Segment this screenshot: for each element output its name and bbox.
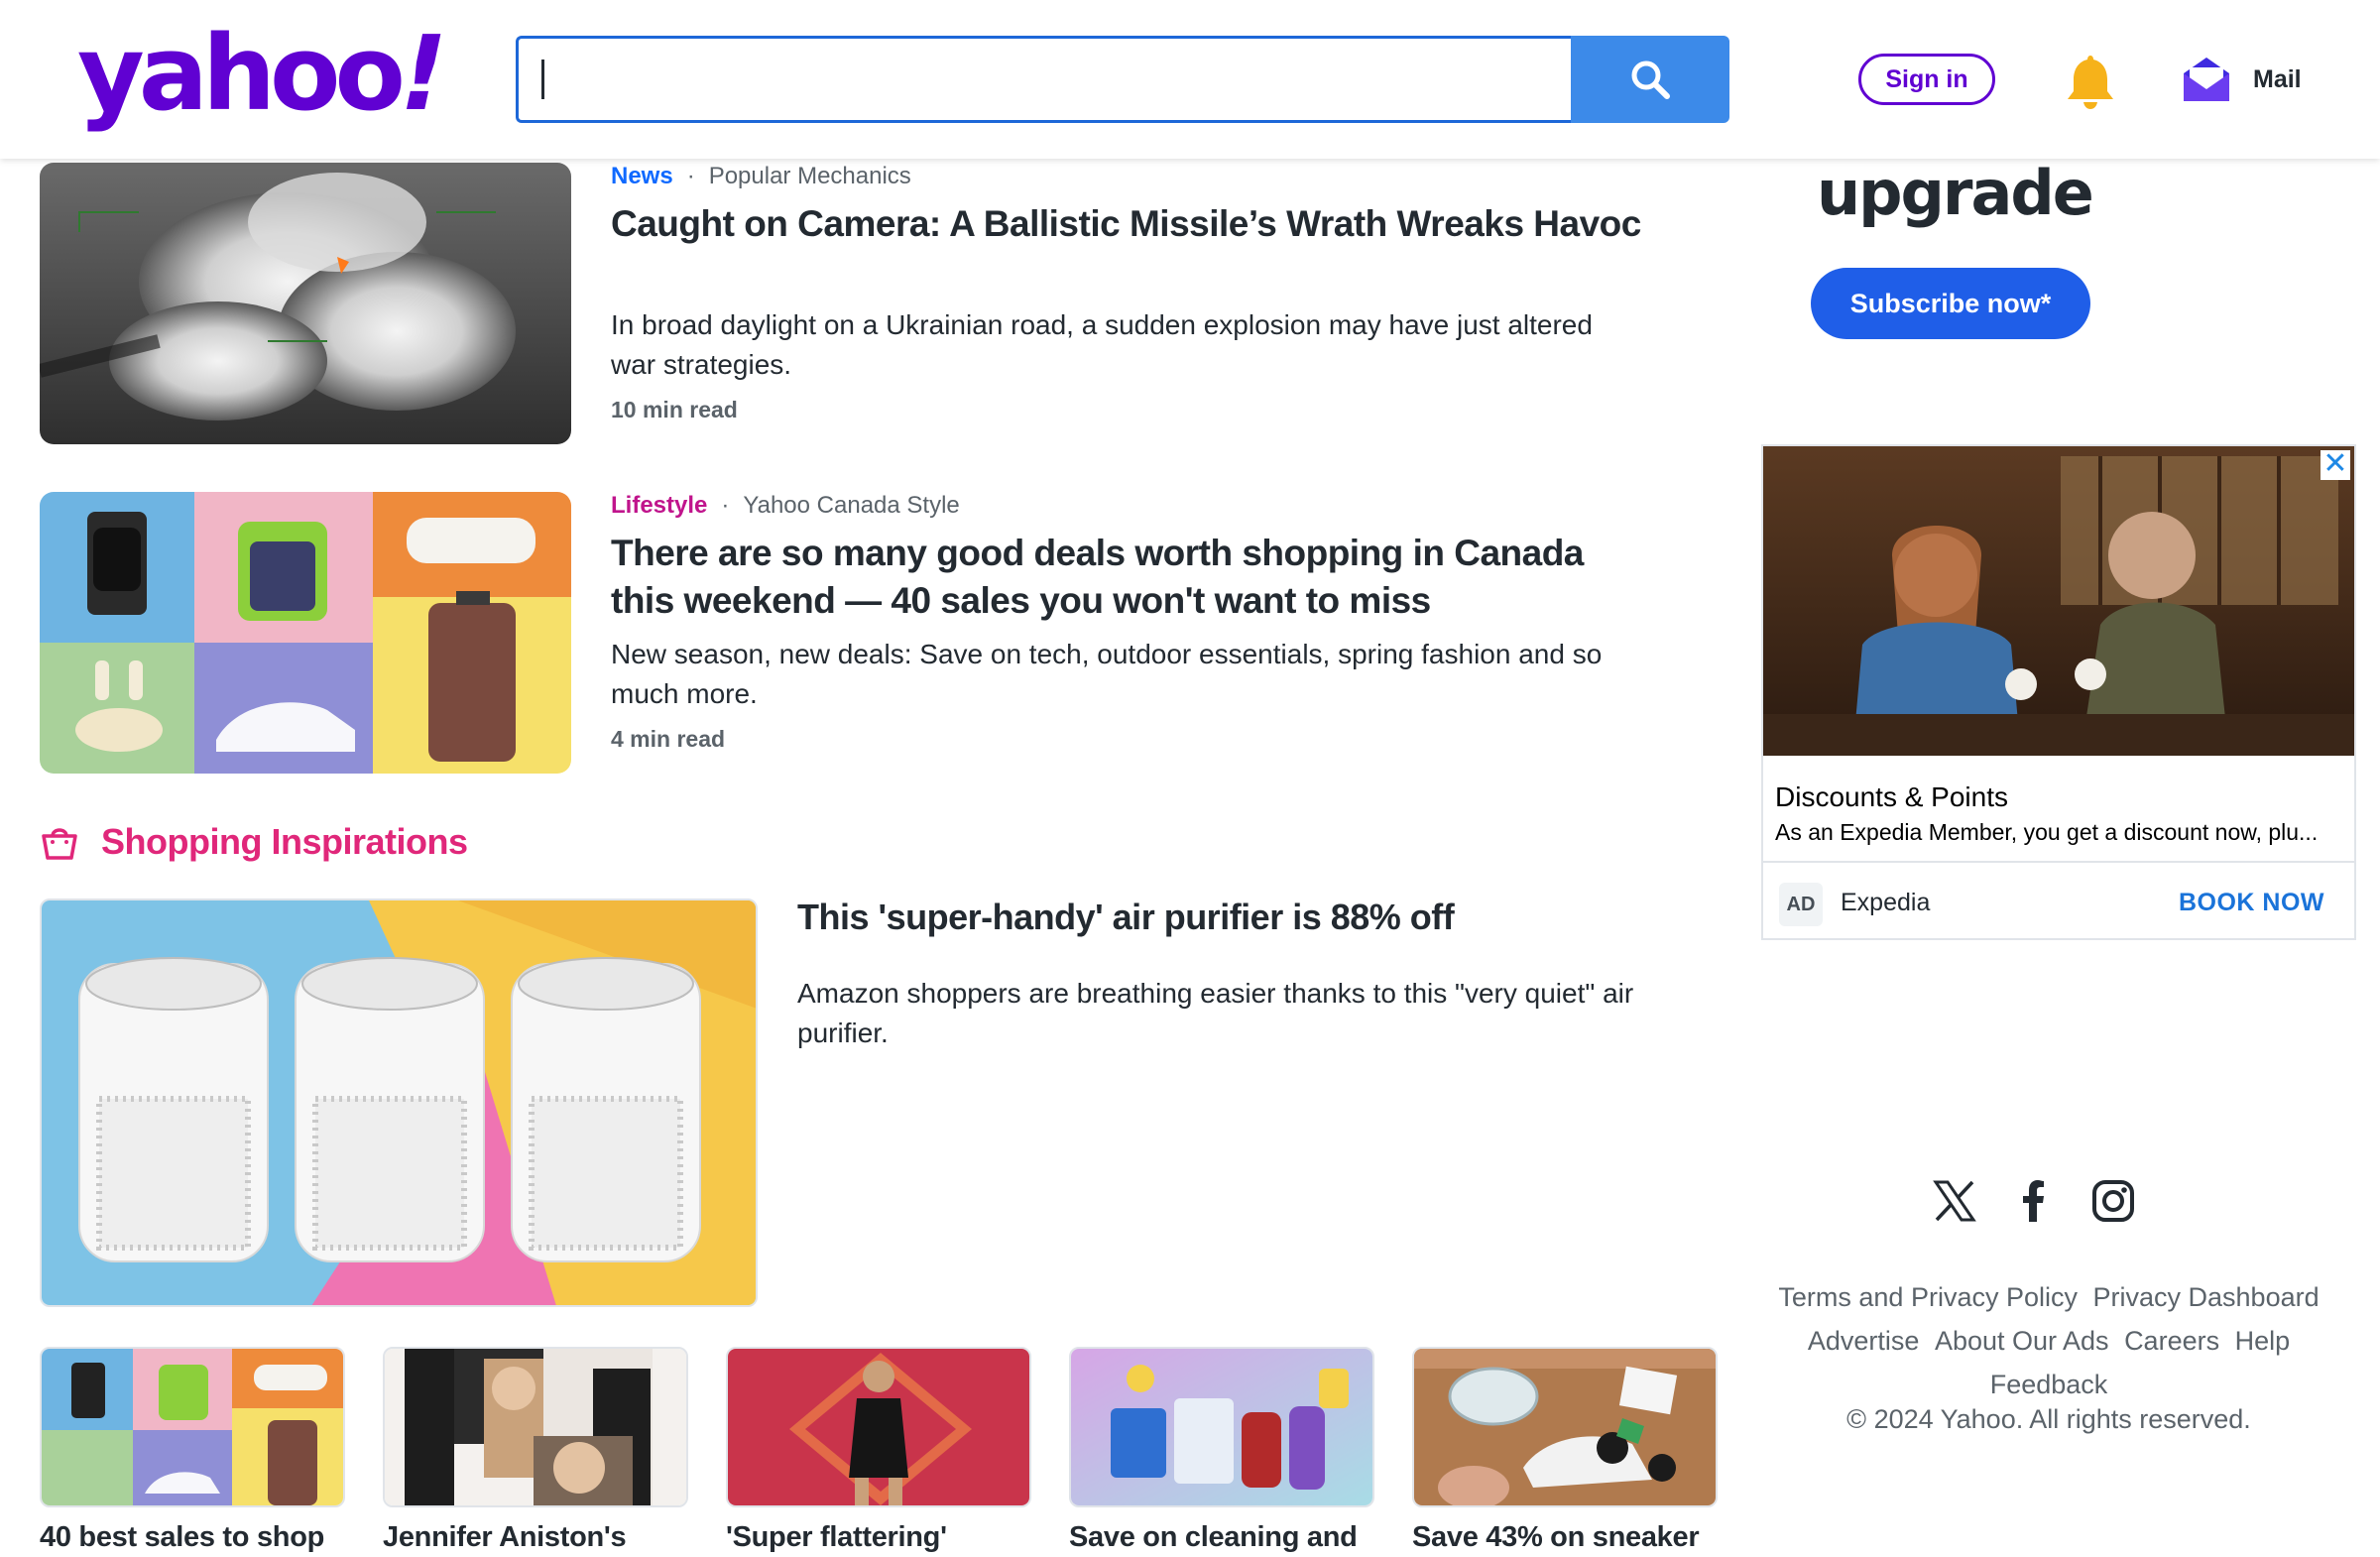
- ad-brand: Expedia: [1841, 889, 1931, 916]
- feature-headline[interactable]: This 'super-handy' air purifier is 88% o…: [797, 897, 1455, 938]
- tile-label: 40 best sales to shop: [40, 1521, 325, 1553]
- ad-title[interactable]: Discounts & Points: [1775, 781, 2008, 813]
- shopping-tiles: 40 best sales to shop Jennifer Aniston's: [40, 1347, 1722, 1557]
- mail-link[interactable]: Mail: [2253, 65, 2302, 94]
- search-icon: [1631, 60, 1670, 99]
- separator: ·: [721, 492, 730, 519]
- article-summary: In broad daylight on a Ukrainian road, a…: [611, 309, 1593, 380]
- subscribe-button[interactable]: Subscribe now*: [1811, 268, 2090, 339]
- tile-label: Save 43% on sneaker: [1412, 1521, 1700, 1553]
- news-article[interactable]: News · Popular Mechanics Caught on Camera:…: [40, 163, 1641, 444]
- ad-image: [1763, 446, 2354, 756]
- search-bar: [516, 36, 1729, 123]
- help-link[interactable]: Help: [2235, 1326, 2291, 1356]
- shopping-tile[interactable]: 40 best sales to shop: [40, 1347, 345, 1554]
- top-header: yahoo! Sign in Mail: [0, 0, 2380, 159]
- tile-label: 'Super flattering': [726, 1521, 947, 1553]
- advertise-link[interactable]: Advertise: [1808, 1326, 1920, 1356]
- tile-image: [726, 1347, 1031, 1507]
- purifier-units: [78, 957, 701, 1262]
- article-headline[interactable]: There are so many good deals worth shopp…: [611, 530, 1642, 625]
- separator: ·: [686, 163, 695, 189]
- instagram-icon[interactable]: [2088, 1176, 2138, 1226]
- ad-description: As an Expedia Member, you get a discount…: [1775, 819, 2319, 845]
- explosion-thermal-image: [40, 163, 571, 444]
- category-label[interactable]: News: [611, 163, 673, 189]
- careers-link[interactable]: Careers: [2124, 1326, 2219, 1356]
- tile-image: [40, 1347, 345, 1507]
- tile-image: [1412, 1347, 1718, 1507]
- article-thumbnail[interactable]: [40, 163, 571, 444]
- facebook-icon[interactable]: [2009, 1176, 2059, 1226]
- shopping-section-title[interactable]: Shopping Inspirations: [40, 821, 468, 863]
- x-icon[interactable]: [1930, 1176, 1979, 1226]
- search-input[interactable]: [516, 36, 1573, 123]
- read-time: 4 min read: [611, 726, 726, 752]
- category-label[interactable]: Lifestyle: [611, 492, 707, 519]
- deals-collage-image: [40, 492, 571, 774]
- mail-icon[interactable]: [2182, 54, 2231, 103]
- tile-label: Save on cleaning and: [1069, 1521, 1358, 1553]
- copyright: © 2024 Yahoo. All rights reserved.: [1846, 1404, 2251, 1434]
- book-now-button[interactable]: BOOK NOW: [2179, 889, 2324, 917]
- article-thumbnail[interactable]: [40, 492, 571, 774]
- close-ad-icon[interactable]: ✕: [2320, 449, 2350, 480]
- search-button[interactable]: [1571, 36, 1729, 123]
- tile-image: [1069, 1347, 1374, 1507]
- privacy-dashboard-link[interactable]: Privacy Dashboard: [2093, 1282, 2320, 1312]
- ad-badge: AD: [1779, 883, 1823, 926]
- article-meta: Lifestyle · Yahoo Canada Style: [611, 492, 960, 520]
- source-label: Yahoo Canada Style: [743, 492, 960, 519]
- ad-divider: [1763, 861, 2354, 863]
- feature-product-image[interactable]: [40, 898, 758, 1307]
- source-label: Popular Mechanics: [708, 163, 911, 189]
- air-purifier-image: [42, 900, 756, 1305]
- shopping-bag-icon: [42, 828, 77, 860]
- shopping-tile[interactable]: Save 43% on sneaker: [1412, 1347, 1718, 1554]
- social-links: [1930, 1176, 2134, 1226]
- article-meta: News · Popular Mechanics: [611, 163, 911, 190]
- shopping-tile[interactable]: 'Super flattering': [726, 1347, 1031, 1554]
- feature-summary: Amazon shoppers are breathing easier tha…: [797, 978, 1634, 1048]
- lifestyle-article[interactable]: Lifestyle · Yahoo Canada Style There are s…: [40, 492, 1602, 774]
- about-our-ads-link[interactable]: About Our Ads: [1935, 1326, 2109, 1356]
- terms-privacy-link[interactable]: Terms and Privacy Policy: [1778, 1282, 2078, 1312]
- feedback-link[interactable]: Feedback: [1990, 1370, 2108, 1399]
- tile-image: [383, 1347, 688, 1507]
- shopping-tile[interactable]: Save on cleaning and: [1069, 1347, 1374, 1554]
- text-caret: [541, 60, 544, 99]
- bell-icon[interactable]: [2063, 52, 2118, 111]
- expedia-ad[interactable]: ✕ Discounts & Points As an Expedia Membe…: [1761, 444, 2356, 940]
- footer-links: Terms and Privacy Policy Privacy Dashboa…: [1751, 1275, 2346, 1406]
- shopping-title-text: Shopping Inspirations: [101, 821, 468, 862]
- sign-in-button[interactable]: Sign in: [1858, 54, 1995, 105]
- read-time: 10 min read: [611, 397, 738, 422]
- shopping-tile[interactable]: Jennifer Aniston's: [383, 1347, 688, 1554]
- article-headline[interactable]: Caught on Camera: A Ballistic Missile’s …: [611, 200, 1642, 248]
- yahoo-logo[interactable]: yahoo!: [77, 13, 453, 134]
- promo-heading: upgrade: [1817, 157, 2094, 229]
- article-summary: New season, new deals: Save on tech, out…: [611, 639, 1603, 709]
- tile-label: Jennifer Aniston's: [383, 1521, 627, 1553]
